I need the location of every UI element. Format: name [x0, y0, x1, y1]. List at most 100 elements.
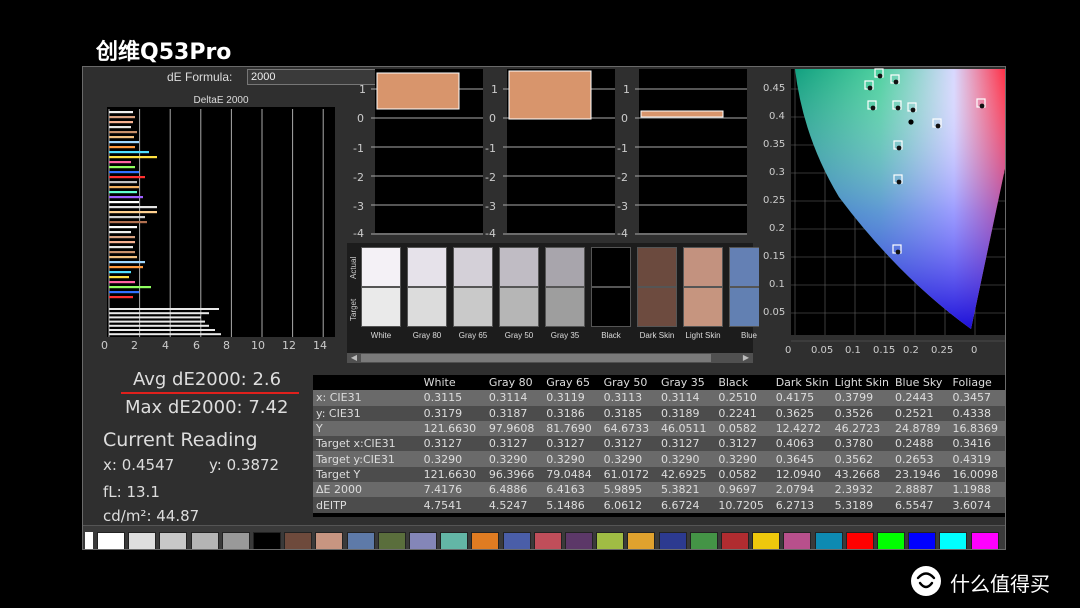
table-cell: 46.2723 [834, 422, 881, 436]
palette-tile[interactable]: Blue [409, 532, 437, 549]
brand-text: 什么值得买 [950, 572, 1050, 596]
table-cell: 0.3186 [546, 406, 585, 420]
table-cell: 2.0794 [775, 483, 815, 497]
rgb-tick: -1 [353, 142, 364, 155]
deltae-bar [109, 151, 149, 154]
deltae-bar [109, 196, 143, 199]
palette-tile[interactable]: Bluish [440, 532, 469, 550]
table-cell: 12.0940 [775, 467, 822, 481]
palette-tile[interactable]: 100% [939, 532, 968, 549]
palette-tile[interactable] [689, 532, 718, 549]
palette-tile[interactable] [128, 532, 157, 549]
rgb-tick: -2 [353, 171, 364, 184]
table-cell: 0.2241 [718, 406, 757, 420]
table-header-cell: Blue Sky [895, 376, 943, 390]
scroll-left-icon[interactable]: ◀ [349, 353, 359, 363]
palette-tile-label: Purplish [504, 549, 532, 550]
palette-tile[interactable] [221, 532, 250, 549]
swatch-panel: Actual Target White Gray 80 Gray 65 Gray 50… [347, 243, 769, 353]
page-title: 创维Q53Pro [96, 40, 232, 65]
palette-tile[interactable] [845, 532, 874, 549]
swatch-actual [453, 247, 493, 287]
swatch-target [361, 287, 401, 327]
deltae-bar [109, 146, 135, 149]
swatch-item: Gray 35 [545, 247, 585, 347]
reading-x: x: 0.4547 [103, 456, 175, 474]
deltae-tick: 8 [223, 339, 230, 352]
deltae-bar [109, 141, 139, 144]
table-cell: 16.0098 [952, 467, 999, 481]
palette-tile[interactable] [471, 532, 500, 549]
palette-tile-label: Orange [628, 549, 656, 550]
table-header-cell: Gray 80 [488, 376, 533, 390]
deltae-bar [109, 324, 209, 327]
palette-tile[interactable] [752, 532, 781, 549]
palette-tile[interactable] [565, 532, 593, 549]
deltae-bar [109, 312, 209, 315]
table-cell: 79.0484 [546, 467, 592, 481]
swatch-scrollbar[interactable]: ◀ ▶ [347, 353, 753, 363]
palette-tile[interactable] [159, 532, 188, 549]
cie-xtick: 0.1 [845, 345, 861, 356]
palette-tile[interactable] [97, 532, 125, 549]
swatch-target [637, 287, 677, 327]
current-reading-title: Current Reading [103, 429, 258, 451]
palette-tile[interactable] [190, 532, 219, 549]
palette-tile[interactable] [877, 532, 905, 549]
swatch-actual [545, 247, 585, 287]
data-table-wrap: White Gray 80 Gray 65 Gray 50 Gray 35 Black Da… [313, 375, 1005, 517]
palette-tile[interactable] [346, 532, 375, 549]
deltae-bar [109, 246, 133, 249]
palette-tile[interactable] [658, 532, 687, 549]
palette-tile[interactable]: Purplish [502, 532, 532, 550]
swatch-label: Gray 35 [550, 331, 580, 340]
table-cell: 43.2668 [834, 467, 881, 481]
palette-tile[interactable] [908, 532, 937, 549]
table-cell: 61.0172 [603, 467, 650, 481]
palette-tile-label: Moderate [535, 549, 563, 550]
table-header-cell: Gray 50 [603, 376, 648, 390]
deltae-xaxis: 0 2 4 6 8 10 12 14 [101, 339, 341, 353]
rgb-tick: 0 [357, 112, 364, 125]
palette-tile[interactable]: Yellow [596, 532, 625, 549]
table-cell: 0.3290 [488, 452, 528, 466]
deltae-bar [109, 296, 133, 299]
table-cell: 0.3127 [423, 437, 463, 451]
table-cell: 0.2653 [895, 452, 934, 466]
cie-xtick: 0.2 [903, 345, 919, 356]
palette-tile[interactable]: Orange [627, 532, 656, 550]
scroll-thumb[interactable] [361, 354, 711, 362]
table-cell: 0.3127 [488, 437, 528, 451]
formula-label: dE Formula: [167, 70, 233, 84]
deltae-bar [109, 333, 221, 336]
palette-tile[interactable] [253, 532, 281, 549]
swatch-label: Black [601, 331, 621, 340]
deltae-bar [109, 111, 133, 114]
cie-ticks: 0.45 0.4 0.35 0.3 0.25 0.2 0.15 0.1 0.05… [759, 67, 1005, 363]
table-cell: 6.4163 [546, 483, 585, 497]
brand-logo-icon [911, 566, 941, 596]
table-cell: 0.2510 [718, 391, 757, 405]
palette-tile[interactable] [814, 532, 843, 549]
table-cell: 0.3290 [546, 452, 585, 466]
palette-tile[interactable] [315, 532, 344, 549]
swatch-target [453, 287, 493, 327]
scroll-right-icon[interactable]: ▶ [741, 353, 751, 363]
palette-tile[interactable] [377, 532, 406, 549]
table-cell: Target y:CIE31 [316, 452, 395, 466]
deltae-tick: 12 [282, 339, 296, 352]
palette-tile[interactable]: 100% [970, 532, 999, 549]
swatch-item: Dark Skin [637, 247, 677, 347]
target-label: Target [349, 298, 358, 322]
table-cell: 1.1988 [952, 483, 992, 497]
table-cell: 0.3562 [834, 452, 874, 466]
palette-tile[interactable] [721, 532, 749, 549]
palette-tile[interactable]: Moderate [533, 532, 563, 550]
palette-tile[interactable] [783, 532, 812, 549]
palette-tile-label: Bluish [441, 549, 469, 550]
deltae-bar [109, 226, 137, 229]
table-cell: 0.3780 [834, 437, 874, 451]
table-cell: 4.7541 [423, 498, 463, 512]
palette-tile[interactable] [284, 532, 313, 549]
swatch-item: Black [591, 247, 631, 347]
